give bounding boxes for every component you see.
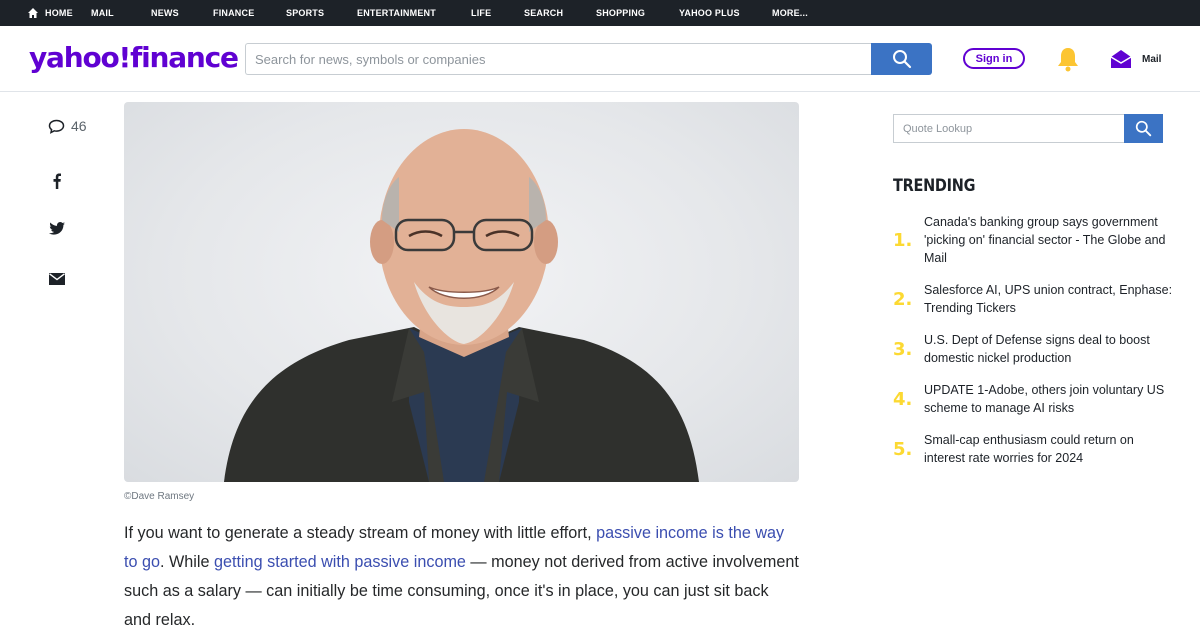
nav-life-label: LIFE [471,8,492,18]
twitter-icon [49,222,65,235]
home-icon [28,8,38,18]
comments-button[interactable]: 46 [48,118,87,134]
search-input[interactable] [245,43,871,75]
article-hero-image [124,102,799,482]
nav-search-label: SEARCH [524,8,564,18]
nav-finance[interactable]: FINANCE [213,8,286,18]
search-bar [245,43,932,75]
nav-more[interactable]: MORE... [772,8,832,18]
quote-lookup [893,114,1163,143]
nav-news[interactable]: NEWS [151,8,213,18]
nav-shopping[interactable]: SHOPPING [596,8,679,18]
paragraph-text-2: . While [160,553,214,571]
trending-headline: UPDATE 1-Adobe, others join voluntary US… [924,383,1165,415]
nav-news-label: NEWS [151,8,179,18]
trending-number: 2. [893,288,913,310]
nav-home-label: HOME [45,8,73,18]
top-nav: HOME MAIL NEWS FINANCE SPORTS ENTERTAINM… [0,0,1200,26]
facebook-icon [53,173,61,189]
search-icon [892,50,911,69]
nav-more-label: MORE... [772,8,808,18]
notifications-button[interactable] [1056,46,1080,77]
portrait-illustration [224,129,699,482]
quote-lookup-button[interactable] [1124,114,1163,143]
getting-started-link[interactable]: getting started with passive income [214,553,466,571]
nav-search[interactable]: SEARCH [524,8,596,18]
trending-item[interactable]: 4. UPDATE 1-Adobe, others join voluntary… [893,381,1173,417]
search-icon [1135,120,1152,137]
yahoo-finance-logo[interactable]: yahoo!finance [29,41,239,74]
sign-in-button[interactable]: Sign in [963,48,1025,69]
trending-number: 5. [893,438,913,460]
nav-yahoo-plus-label: YAHOO PLUS [679,8,740,18]
share-facebook-button[interactable] [53,173,61,194]
mail-label: Mail [1142,53,1162,65]
nav-shopping-label: SHOPPING [596,8,646,18]
trending-number: 4. [893,388,913,410]
trending-heading: TRENDING [893,176,976,196]
mail-link[interactable]: Mail [1110,49,1161,69]
nav-life[interactable]: LIFE [471,8,524,18]
trending-item[interactable]: 5. Small-cap enthusiasm could return on … [893,431,1173,467]
mail-icon [49,273,65,285]
image-caption: ©Dave Ramsey [124,491,195,502]
nav-entertainment-label: ENTERTAINMENT [357,8,436,18]
nav-mail[interactable]: MAIL [91,8,151,18]
trending-headline: Canada's banking group says government '… [924,215,1166,265]
nav-finance-label: FINANCE [213,8,255,18]
trending-item[interactable]: 1. Canada's banking group says governmen… [893,213,1173,267]
nav-sports-label: SPORTS [286,8,325,18]
bell-icon [1058,48,1078,72]
trending-item[interactable]: 3. U.S. Dept of Defense signs deal to bo… [893,331,1173,367]
nav-sports[interactable]: SPORTS [286,8,357,18]
nav-mail-label: MAIL [91,8,114,18]
nav-home[interactable]: HOME [28,8,91,18]
trending-list: 1. Canada's banking group says governmen… [893,213,1173,481]
trending-number: 3. [893,338,913,360]
trending-number: 1. [893,229,913,251]
trending-item[interactable]: 2. Salesforce AI, UPS union contract, En… [893,281,1173,317]
nav-yahoo-plus[interactable]: YAHOO PLUS [679,8,772,18]
comment-icon [48,119,65,134]
comment-count: 46 [71,118,87,134]
share-email-button[interactable] [49,272,65,290]
trending-headline: Small-cap enthusiasm could return on int… [924,433,1134,465]
paragraph-text-1: If you want to generate a steady stream … [124,524,597,542]
envelope-icon [1110,50,1132,68]
nav-entertainment[interactable]: ENTERTAINMENT [357,8,471,18]
site-header: yahoo!finance Sign in Mail [0,26,1200,92]
article-paragraph: If you want to generate a steady stream … [124,519,800,630]
article-body: If you want to generate a steady stream … [124,519,800,630]
share-rail: 46 [48,118,87,285]
share-twitter-button[interactable] [49,222,65,240]
search-button[interactable] [871,43,932,75]
quote-lookup-input[interactable] [893,114,1124,143]
trending-headline: Salesforce AI, UPS union contract, Enpha… [924,283,1173,315]
trending-headline: U.S. Dept of Defense signs deal to boost… [924,333,1150,365]
